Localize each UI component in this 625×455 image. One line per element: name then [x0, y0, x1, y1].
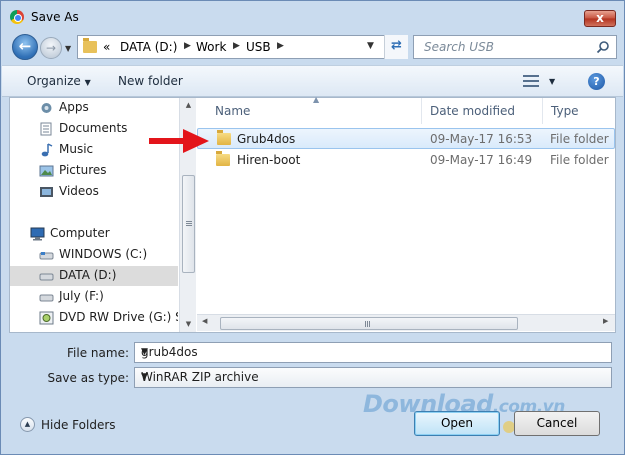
sidebar-item-computer[interactable]: Computer: [30, 224, 177, 244]
chevron-down-icon[interactable]: ▼: [141, 347, 605, 357]
file-name-label: File name:: [67, 346, 129, 360]
column-header-name[interactable]: Name ▲: [197, 95, 421, 124]
view-options-dropdown[interactable]: ▼: [549, 77, 555, 86]
chevron-right-icon[interactable]: ▶: [233, 41, 240, 51]
sort-ascending-icon: ▲: [313, 95, 320, 104]
command-toolbar: Organize ▼ New folder ▼ ?: [2, 65, 623, 97]
refresh-button[interactable]: ⇄: [384, 35, 408, 59]
folder-icon: [217, 130, 231, 145]
sidebar-item-label: Computer: [50, 226, 110, 240]
help-button[interactable]: ?: [588, 73, 605, 90]
chrome-icon: [10, 10, 24, 24]
pictures-icon: [39, 165, 54, 177]
breadcrumb-work[interactable]: Work: [196, 40, 226, 54]
scroll-up-icon[interactable]: ▲: [180, 101, 197, 109]
sidebar-item-label: Pictures: [59, 163, 107, 177]
chevron-up-icon: ▲: [20, 417, 35, 432]
column-header-type[interactable]: Type: [543, 98, 615, 124]
apps-icon: [41, 103, 52, 113]
save-as-dialog: Save As x ← → ▼ « DATA (D:) ▶ Work ▶ USB…: [0, 0, 625, 455]
sidebar-item-videos[interactable]: Videos: [39, 182, 177, 202]
organize-button[interactable]: Organize ▼: [27, 74, 91, 88]
drive-icon: [39, 273, 54, 281]
open-button[interactable]: Open: [414, 411, 500, 436]
search-input[interactable]: Search USB: [413, 35, 617, 59]
drive-icon: [39, 252, 54, 260]
change-view-button[interactable]: [523, 74, 541, 88]
file-row-grub4dos[interactable]: Grub4dos 09-May-17 16:53 File folder: [197, 128, 615, 149]
chevron-right-icon[interactable]: ▶: [277, 41, 284, 51]
file-date: 09-May-17 16:49: [430, 153, 533, 167]
organize-label: Organize: [27, 74, 81, 88]
sidebar-item-label: Documents: [59, 121, 128, 135]
sidebar-item-apps[interactable]: Apps: [39, 98, 177, 118]
window-title: Save As: [31, 10, 79, 24]
forward-button[interactable]: →: [40, 37, 62, 59]
file-row-hiren-boot[interactable]: Hiren-boot 09-May-17 16:49 File folder: [197, 150, 615, 171]
sidebar-item-label: DATA (D:): [59, 268, 117, 282]
file-name: Grub4dos: [237, 132, 296, 146]
videos-icon: [40, 187, 53, 197]
sidebar-item-label: DVD RW Drive (G:) Sec: [59, 310, 178, 324]
sidebar-item-label: July (F:): [59, 289, 104, 303]
column-header-date[interactable]: Date modified: [422, 98, 542, 124]
computer-icon: [30, 227, 45, 241]
documents-icon: [40, 122, 52, 136]
sidebar-item-data-drive[interactable]: DATA (D:): [10, 266, 178, 286]
sidebar-item-label: Apps: [59, 100, 89, 114]
save-type-label: Save as type:: [47, 371, 129, 385]
file-list-scrollbar[interactable]: ◀ ▶: [197, 314, 615, 331]
file-list[interactable]: Name ▲ Date modified Type Grub4dos 09-Ma…: [197, 95, 615, 332]
column-header-label: Type: [551, 104, 579, 118]
music-icon: [41, 143, 53, 157]
search-placeholder: Search USB: [424, 40, 494, 54]
file-type: File folder: [550, 132, 609, 146]
column-header-label: Date modified: [430, 104, 516, 118]
chevron-down-icon[interactable]: ▼: [141, 372, 605, 382]
save-type-select[interactable]: WinRAR ZIP archive ▼: [134, 367, 612, 388]
file-type: File folder: [550, 153, 609, 167]
scroll-down-icon[interactable]: ▼: [180, 320, 197, 328]
close-button[interactable]: x: [584, 10, 616, 27]
breadcrumb-overflow[interactable]: «: [103, 40, 110, 54]
dvd-icon: [39, 311, 54, 325]
column-header-label: Name: [215, 104, 251, 118]
title-bar: Save As x: [1, 1, 624, 31]
chevron-right-icon[interactable]: ▶: [184, 41, 191, 51]
scrollbar-thumb[interactable]: [220, 317, 518, 330]
sidebar-item-dvd-drive[interactable]: DVD RW Drive (G:) Sec: [39, 308, 178, 328]
scroll-left-icon[interactable]: ◀: [202, 317, 207, 325]
folder-icon: [216, 151, 230, 166]
folder-icon: [83, 38, 97, 53]
browser-area: Apps Documents Music Pictures Videos Com…: [9, 95, 616, 333]
breadcrumb-data-drive[interactable]: DATA (D:): [120, 40, 177, 54]
red-arrow-annotation: [149, 129, 209, 153]
file-name: Hiren-boot: [237, 153, 301, 167]
recent-pages-dropdown[interactable]: ▼: [65, 44, 71, 53]
sidebar-item-label: Music: [59, 142, 94, 156]
chevron-down-icon: ▼: [84, 78, 91, 87]
drive-icon: [39, 294, 54, 302]
hide-folders-label: Hide Folders: [41, 418, 116, 432]
breadcrumb-usb[interactable]: USB: [246, 40, 271, 54]
scroll-right-icon[interactable]: ▶: [603, 317, 608, 325]
navigation-bar: ← → ▼ « DATA (D:) ▶ Work ▶ USB ▶ ▼ ⇄ Sea…: [1, 31, 624, 65]
sidebar-item-july-drive[interactable]: July (F:): [39, 287, 177, 307]
sidebar-item-label: WINDOWS (C:): [59, 247, 148, 261]
file-name-field[interactable]: grub4dos ▼: [134, 342, 612, 363]
sidebar-item-label: Videos: [59, 184, 99, 198]
back-button[interactable]: ←: [12, 34, 38, 60]
scrollbar-thumb[interactable]: [182, 175, 195, 273]
new-folder-button[interactable]: New folder: [118, 74, 183, 88]
search-icon[interactable]: [596, 40, 610, 54]
sidebar-item-pictures[interactable]: Pictures: [39, 161, 177, 181]
address-dropdown-icon[interactable]: ▼: [367, 41, 374, 51]
address-bar[interactable]: « DATA (D:) ▶ Work ▶ USB ▶ ▼: [77, 35, 408, 59]
file-date: 09-May-17 16:53: [430, 132, 533, 146]
sidebar-item-windows-drive[interactable]: WINDOWS (C:): [39, 245, 177, 265]
cancel-button[interactable]: Cancel: [514, 411, 600, 436]
